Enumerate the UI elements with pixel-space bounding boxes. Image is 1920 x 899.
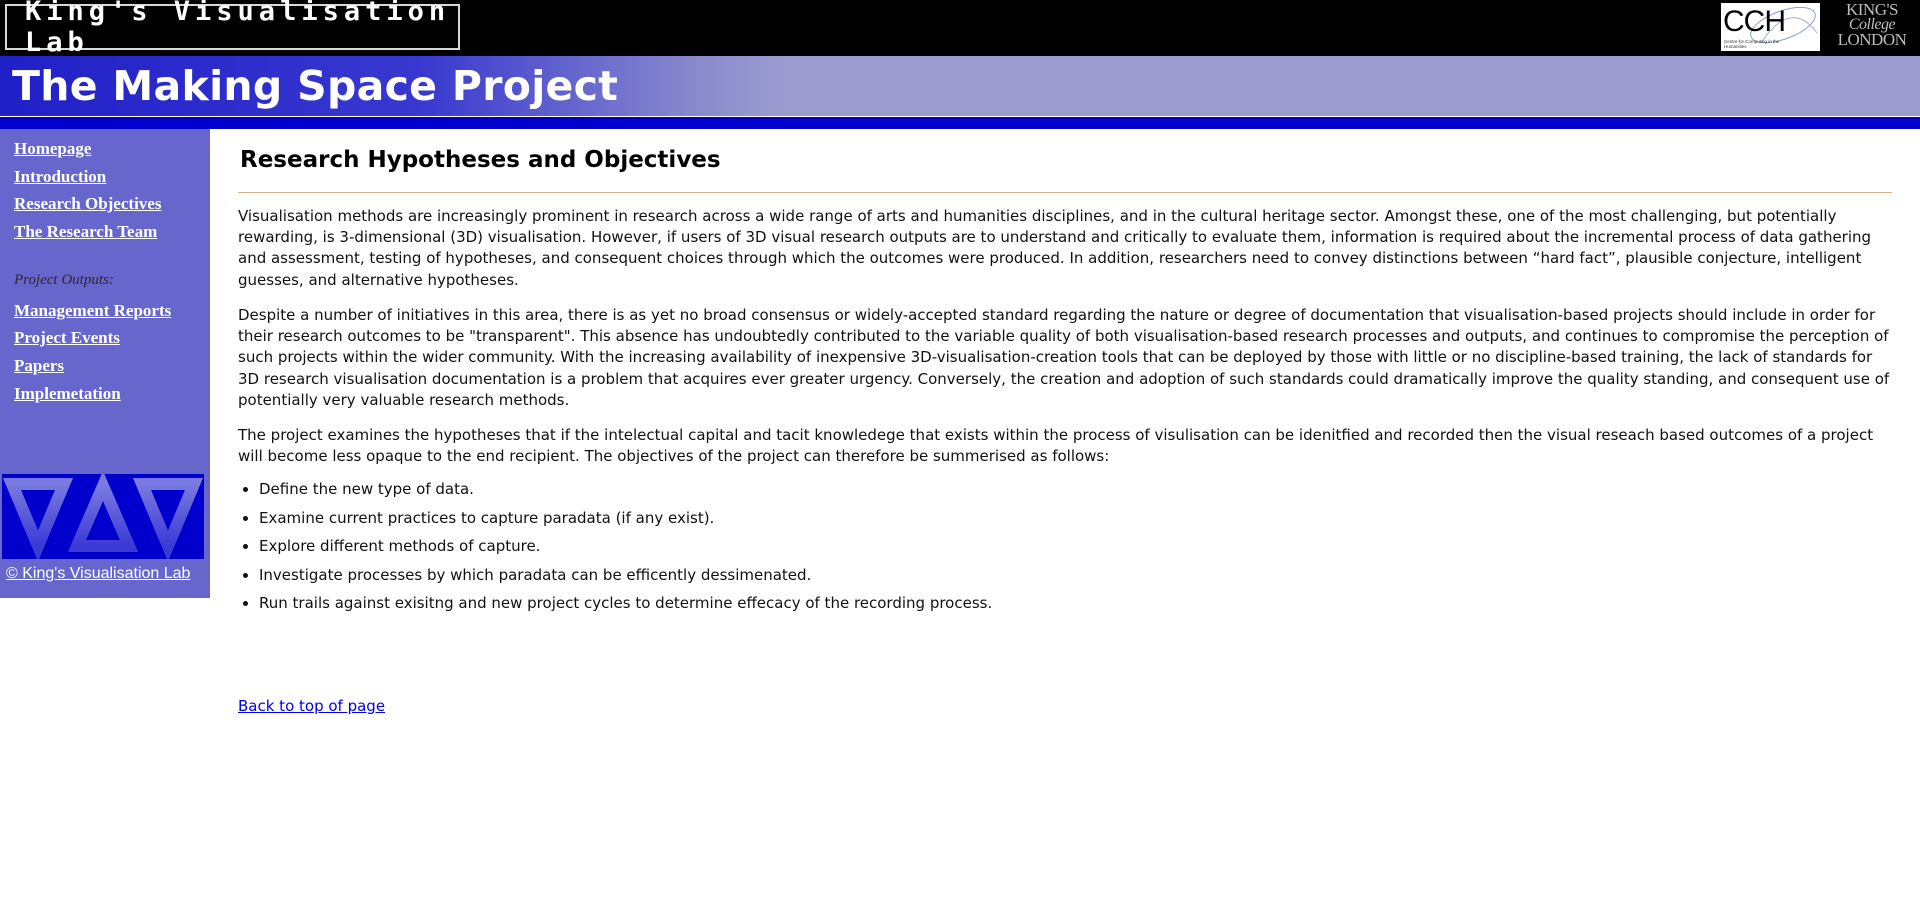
nav-link-project-events[interactable]: Project Events (14, 328, 120, 348)
cch-logo-subtext: Centre for Computing in the Humanities (1724, 39, 1780, 49)
lab-logo[interactable]: King's Visualisation Lab (5, 0, 460, 58)
nav-link-homepage[interactable]: Homepage (14, 139, 91, 159)
kings-logo-line-3: LONDON (1837, 30, 1907, 49)
kvl-triangles-logo (2, 470, 204, 562)
nav-link-research-objectives[interactable]: Research Objectives (14, 194, 161, 214)
title-divider (238, 192, 1892, 193)
nav-link-introduction[interactable]: Introduction (14, 167, 106, 187)
objectives-list: Define the new type of data. Examine cur… (238, 479, 992, 622)
copyright-link[interactable]: © King's Visualisation Lab (6, 565, 190, 583)
list-item: Investigate processes by which paradata … (259, 565, 992, 594)
page-title: Research Hypotheses and Objectives (240, 147, 721, 173)
lab-logo-text: King's Visualisation Lab (25, 0, 451, 58)
kings-college-logo[interactable]: KING'S College LONDON (1832, 0, 1912, 54)
sidebar: Homepage Introduction Research Objective… (0, 129, 210, 598)
nav-link-research-team[interactable]: The Research Team (14, 222, 157, 242)
paragraph-intro: Visualisation methods are increasingly p… (238, 207, 1872, 289)
kings-logo-line-1: KING'S (1845, 0, 1899, 19)
nav-link-papers[interactable]: Papers (14, 356, 64, 376)
list-item: Run trails against exisitng and new proj… (259, 593, 992, 622)
nav-link-implemetation[interactable]: Implemetation (14, 384, 121, 404)
triangles-icon (2, 470, 204, 562)
project-banner: The Making Space Project (0, 56, 1920, 117)
list-item: Define the new type of data. (259, 479, 992, 508)
paragraph-hypotheses: The project examines the hypotheses that… (238, 426, 1874, 466)
project-outputs-heading: Project Outputs: (14, 272, 114, 288)
cch-logo-text: CCH (1723, 5, 1786, 38)
list-item: Explore different methods of capture. (259, 536, 992, 565)
site-header: King's Visualisation Lab CCH Centre for … (0, 0, 1920, 58)
banner-title: The Making Space Project (12, 62, 619, 110)
paragraph-context: Despite a number of initiatives in this … (238, 306, 1890, 409)
nav-link-management-reports[interactable]: Management Reports (14, 301, 171, 321)
list-item: Examine current practices to capture par… (259, 508, 992, 537)
cch-logo[interactable]: CCH Centre for Computing in the Humaniti… (1721, 3, 1820, 51)
divider-strip (0, 117, 1920, 129)
back-to-top-link[interactable]: Back to top of page (238, 697, 385, 715)
